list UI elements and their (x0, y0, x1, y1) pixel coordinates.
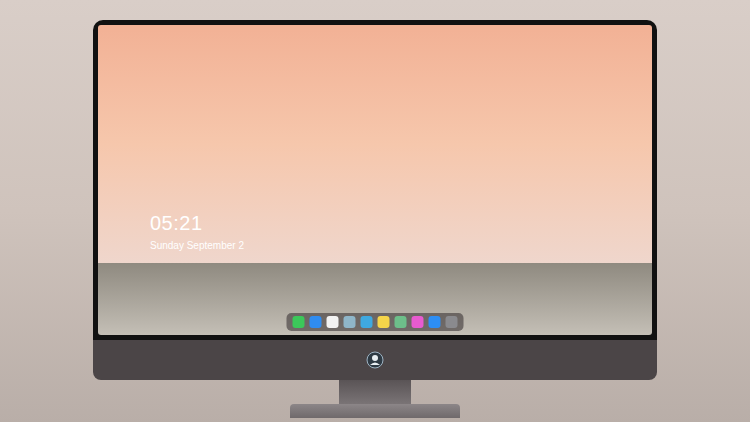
dock-app-icon[interactable] (344, 316, 356, 328)
monitor-chin (93, 340, 657, 380)
logo-icon (366, 351, 384, 369)
dock-app-icon[interactable] (429, 316, 441, 328)
monitor: 05:21 Sunday September 2 (93, 20, 657, 418)
dock-app-icon[interactable] (327, 316, 339, 328)
screen: 05:21 Sunday September 2 (98, 25, 652, 335)
mockup-scene: 05:21 Sunday September 2 (0, 0, 750, 422)
dock-app-icon[interactable] (378, 316, 390, 328)
lock-clock: 05:21 Sunday September 2 (150, 211, 244, 253)
dock (287, 313, 464, 331)
clock-date: Sunday September 2 (150, 239, 244, 253)
dock-app-icon[interactable] (361, 316, 373, 328)
dock-app-icon[interactable] (310, 316, 322, 328)
clock-time: 05:21 (150, 211, 244, 235)
dock-app-icon[interactable] (446, 316, 458, 328)
dock-app-icon[interactable] (395, 316, 407, 328)
monitor-neck (339, 380, 411, 404)
monitor-base (290, 404, 460, 418)
dock-app-icon[interactable] (412, 316, 424, 328)
dock-app-icon[interactable] (293, 316, 305, 328)
monitor-bezel: 05:21 Sunday September 2 (93, 20, 657, 340)
